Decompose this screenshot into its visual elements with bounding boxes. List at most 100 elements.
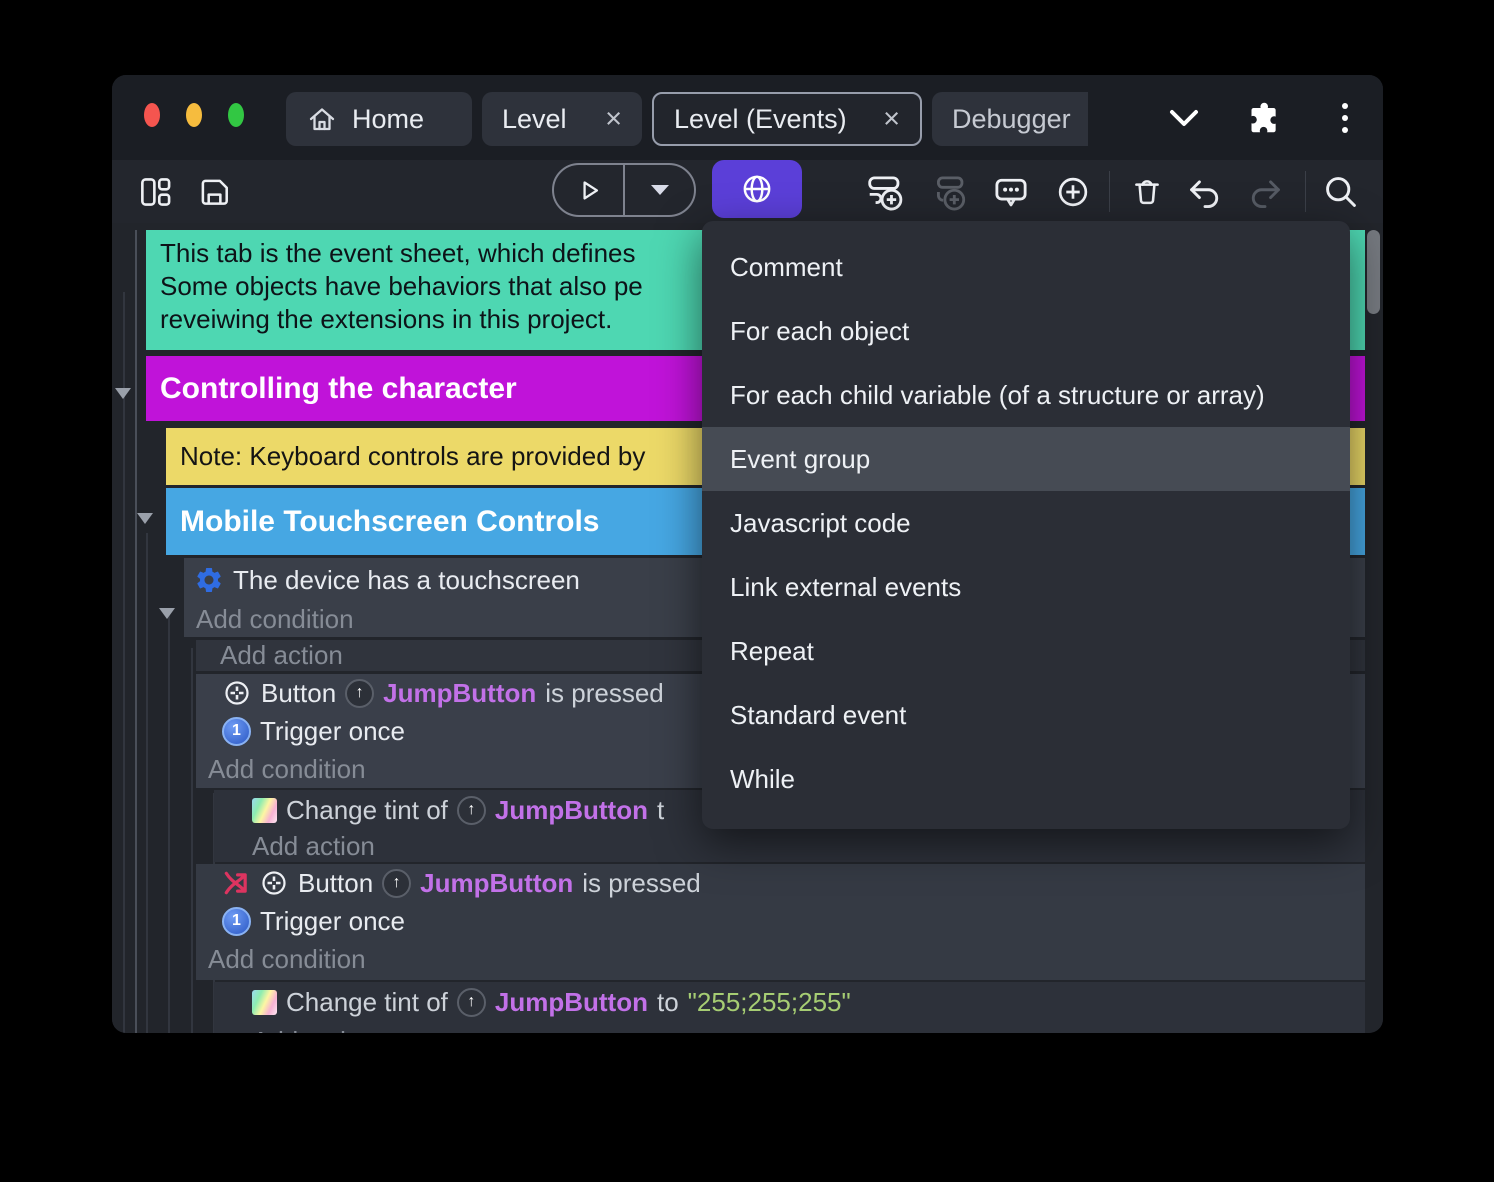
home-icon — [306, 103, 338, 135]
condition-suffix: is pressed — [545, 678, 664, 709]
puzzle-icon — [1246, 100, 1282, 136]
instance-name[interactable]: JumpButton — [495, 987, 648, 1018]
action-to: to — [657, 987, 679, 1018]
action-suffix: t — [657, 795, 664, 826]
collapse-arrow-icon[interactable] — [115, 388, 131, 399]
menu-item-for-each-child-variable[interactable]: For each child variable (of a structure … — [702, 363, 1350, 427]
condition-text[interactable]: The device has a touchscreen — [233, 565, 580, 596]
instance-name[interactable]: JumpButton — [420, 868, 573, 899]
add-condition-link[interactable]: Add condition — [196, 604, 354, 635]
undo-button[interactable] — [1182, 170, 1228, 214]
condition-suffix: is pressed — [582, 868, 701, 899]
add-event-icon — [865, 172, 905, 212]
condition-object[interactable]: Button — [261, 678, 336, 709]
addons-button[interactable] — [1244, 75, 1284, 160]
redo-button-disabled[interactable] — [1242, 170, 1288, 214]
tab-label: Level (Events) — [674, 104, 847, 135]
toolbar-separator — [1109, 171, 1110, 212]
action-value[interactable]: "255;255;255" — [688, 987, 851, 1018]
globe-icon — [739, 171, 775, 207]
search-icon — [1322, 173, 1360, 211]
add-event-context-menu: Comment For each object For each child v… — [702, 221, 1350, 829]
chevron-down-icon — [1167, 107, 1201, 129]
traffic-close-button[interactable] — [144, 103, 160, 127]
toggle-panels-button[interactable] — [134, 170, 178, 214]
condition-text[interactable]: Trigger once — [260, 716, 405, 747]
group-title: Controlling the character — [160, 372, 517, 406]
add-event-button[interactable] — [860, 170, 910, 214]
menu-item-repeat[interactable]: Repeat — [702, 619, 1350, 683]
direction-up-icon: ↑ — [457, 988, 486, 1017]
event-block-button-pressed-inverted[interactable]: Button ↑ JumpButton is pressed 1 Trigger… — [196, 864, 1365, 980]
titlebar: Home Level × Level (Events) × Debugger — [112, 75, 1383, 160]
tab-list-chevron-button[interactable] — [1164, 75, 1204, 160]
delete-button[interactable] — [1124, 170, 1170, 214]
save-button[interactable] — [192, 170, 236, 214]
vertical-scrollbar-thumb[interactable] — [1367, 230, 1380, 314]
add-condition-link[interactable]: Add condition — [208, 944, 366, 975]
collapse-arrow-icon[interactable] — [137, 513, 153, 524]
instance-name[interactable]: JumpButton — [383, 678, 536, 709]
tab-debugger[interactable]: Debugger — [932, 92, 1088, 146]
add-action-link[interactable]: Add action — [220, 640, 343, 671]
menu-item-comment[interactable]: Comment — [702, 235, 1350, 299]
add-comment-button[interactable] — [986, 170, 1036, 214]
trigger-once-icon: 1 — [222, 907, 251, 936]
toolbar — [112, 160, 1383, 223]
add-button[interactable] — [1048, 170, 1098, 214]
play-icon — [574, 175, 604, 205]
direction-up-icon: ↑ — [457, 796, 486, 825]
tab-home[interactable]: Home — [286, 92, 472, 146]
action-text[interactable]: Change tint of — [286, 795, 448, 826]
preview-options-dropdown[interactable] — [623, 165, 694, 215]
gear-icon — [194, 565, 224, 595]
gamepad-icon — [259, 868, 289, 898]
direction-up-icon: ↑ — [345, 679, 374, 708]
traffic-minimize-button[interactable] — [186, 103, 202, 127]
condition-text[interactable]: Trigger once — [260, 906, 405, 937]
menu-item-while[interactable]: While — [702, 747, 1350, 811]
direction-up-icon: ↑ — [382, 869, 411, 898]
note-text: Note: Keyboard controls are provided by — [180, 441, 645, 472]
menu-item-event-group[interactable]: Event group — [702, 427, 1350, 491]
add-subevent-icon — [929, 172, 969, 212]
add-action-link[interactable]: Add action — [252, 831, 375, 862]
layout-panels-icon — [138, 174, 174, 210]
traffic-zoom-button[interactable] — [228, 103, 244, 127]
menu-item-for-each-object[interactable]: For each object — [702, 299, 1350, 363]
add-subevent-button-disabled[interactable] — [924, 170, 974, 214]
menu-item-standard-event[interactable]: Standard event — [702, 683, 1350, 747]
collapse-arrow-icon[interactable] — [159, 608, 175, 619]
indent-guide — [135, 230, 137, 1033]
indent-guide — [168, 608, 170, 1033]
add-action-link[interactable]: Add action — [252, 1026, 375, 1034]
group-title: Mobile Touchscreen Controls — [180, 505, 600, 539]
search-button[interactable] — [1318, 170, 1364, 214]
instance-name[interactable]: JumpButton — [495, 795, 648, 826]
trash-icon — [1129, 174, 1165, 210]
toolbar-separator — [1305, 171, 1306, 212]
tab-label: Home — [352, 104, 424, 135]
overflow-menu-button[interactable] — [1330, 75, 1360, 160]
tint-color-icon — [252, 798, 277, 823]
comment-bubble-icon — [991, 172, 1031, 212]
preview-play-button[interactable] — [554, 165, 623, 215]
tab-close-icon[interactable]: × — [883, 105, 900, 134]
tab-label: Debugger — [952, 104, 1071, 135]
tab-close-icon[interactable]: × — [605, 105, 622, 134]
add-event-menu-button[interactable] — [712, 160, 802, 218]
add-condition-link[interactable]: Add condition — [208, 754, 366, 785]
invert-condition-icon — [222, 869, 250, 897]
tab-label: Level — [502, 104, 567, 135]
condition-object[interactable]: Button — [298, 868, 373, 899]
tab-level-events[interactable]: Level (Events) × — [652, 92, 922, 146]
tab-level[interactable]: Level × — [482, 92, 642, 146]
gamepad-icon — [222, 678, 252, 708]
indent-guide — [191, 648, 193, 1033]
action-area[interactable]: Change tint of ↑ JumpButton to "255;255;… — [214, 982, 1365, 1033]
menu-item-link-external-events[interactable]: Link external events — [702, 555, 1350, 619]
kebab-menu-icon — [1340, 100, 1350, 136]
action-text[interactable]: Change tint of — [286, 987, 448, 1018]
menu-item-javascript-code[interactable]: Javascript code — [702, 491, 1350, 555]
caret-down-icon — [649, 183, 671, 197]
